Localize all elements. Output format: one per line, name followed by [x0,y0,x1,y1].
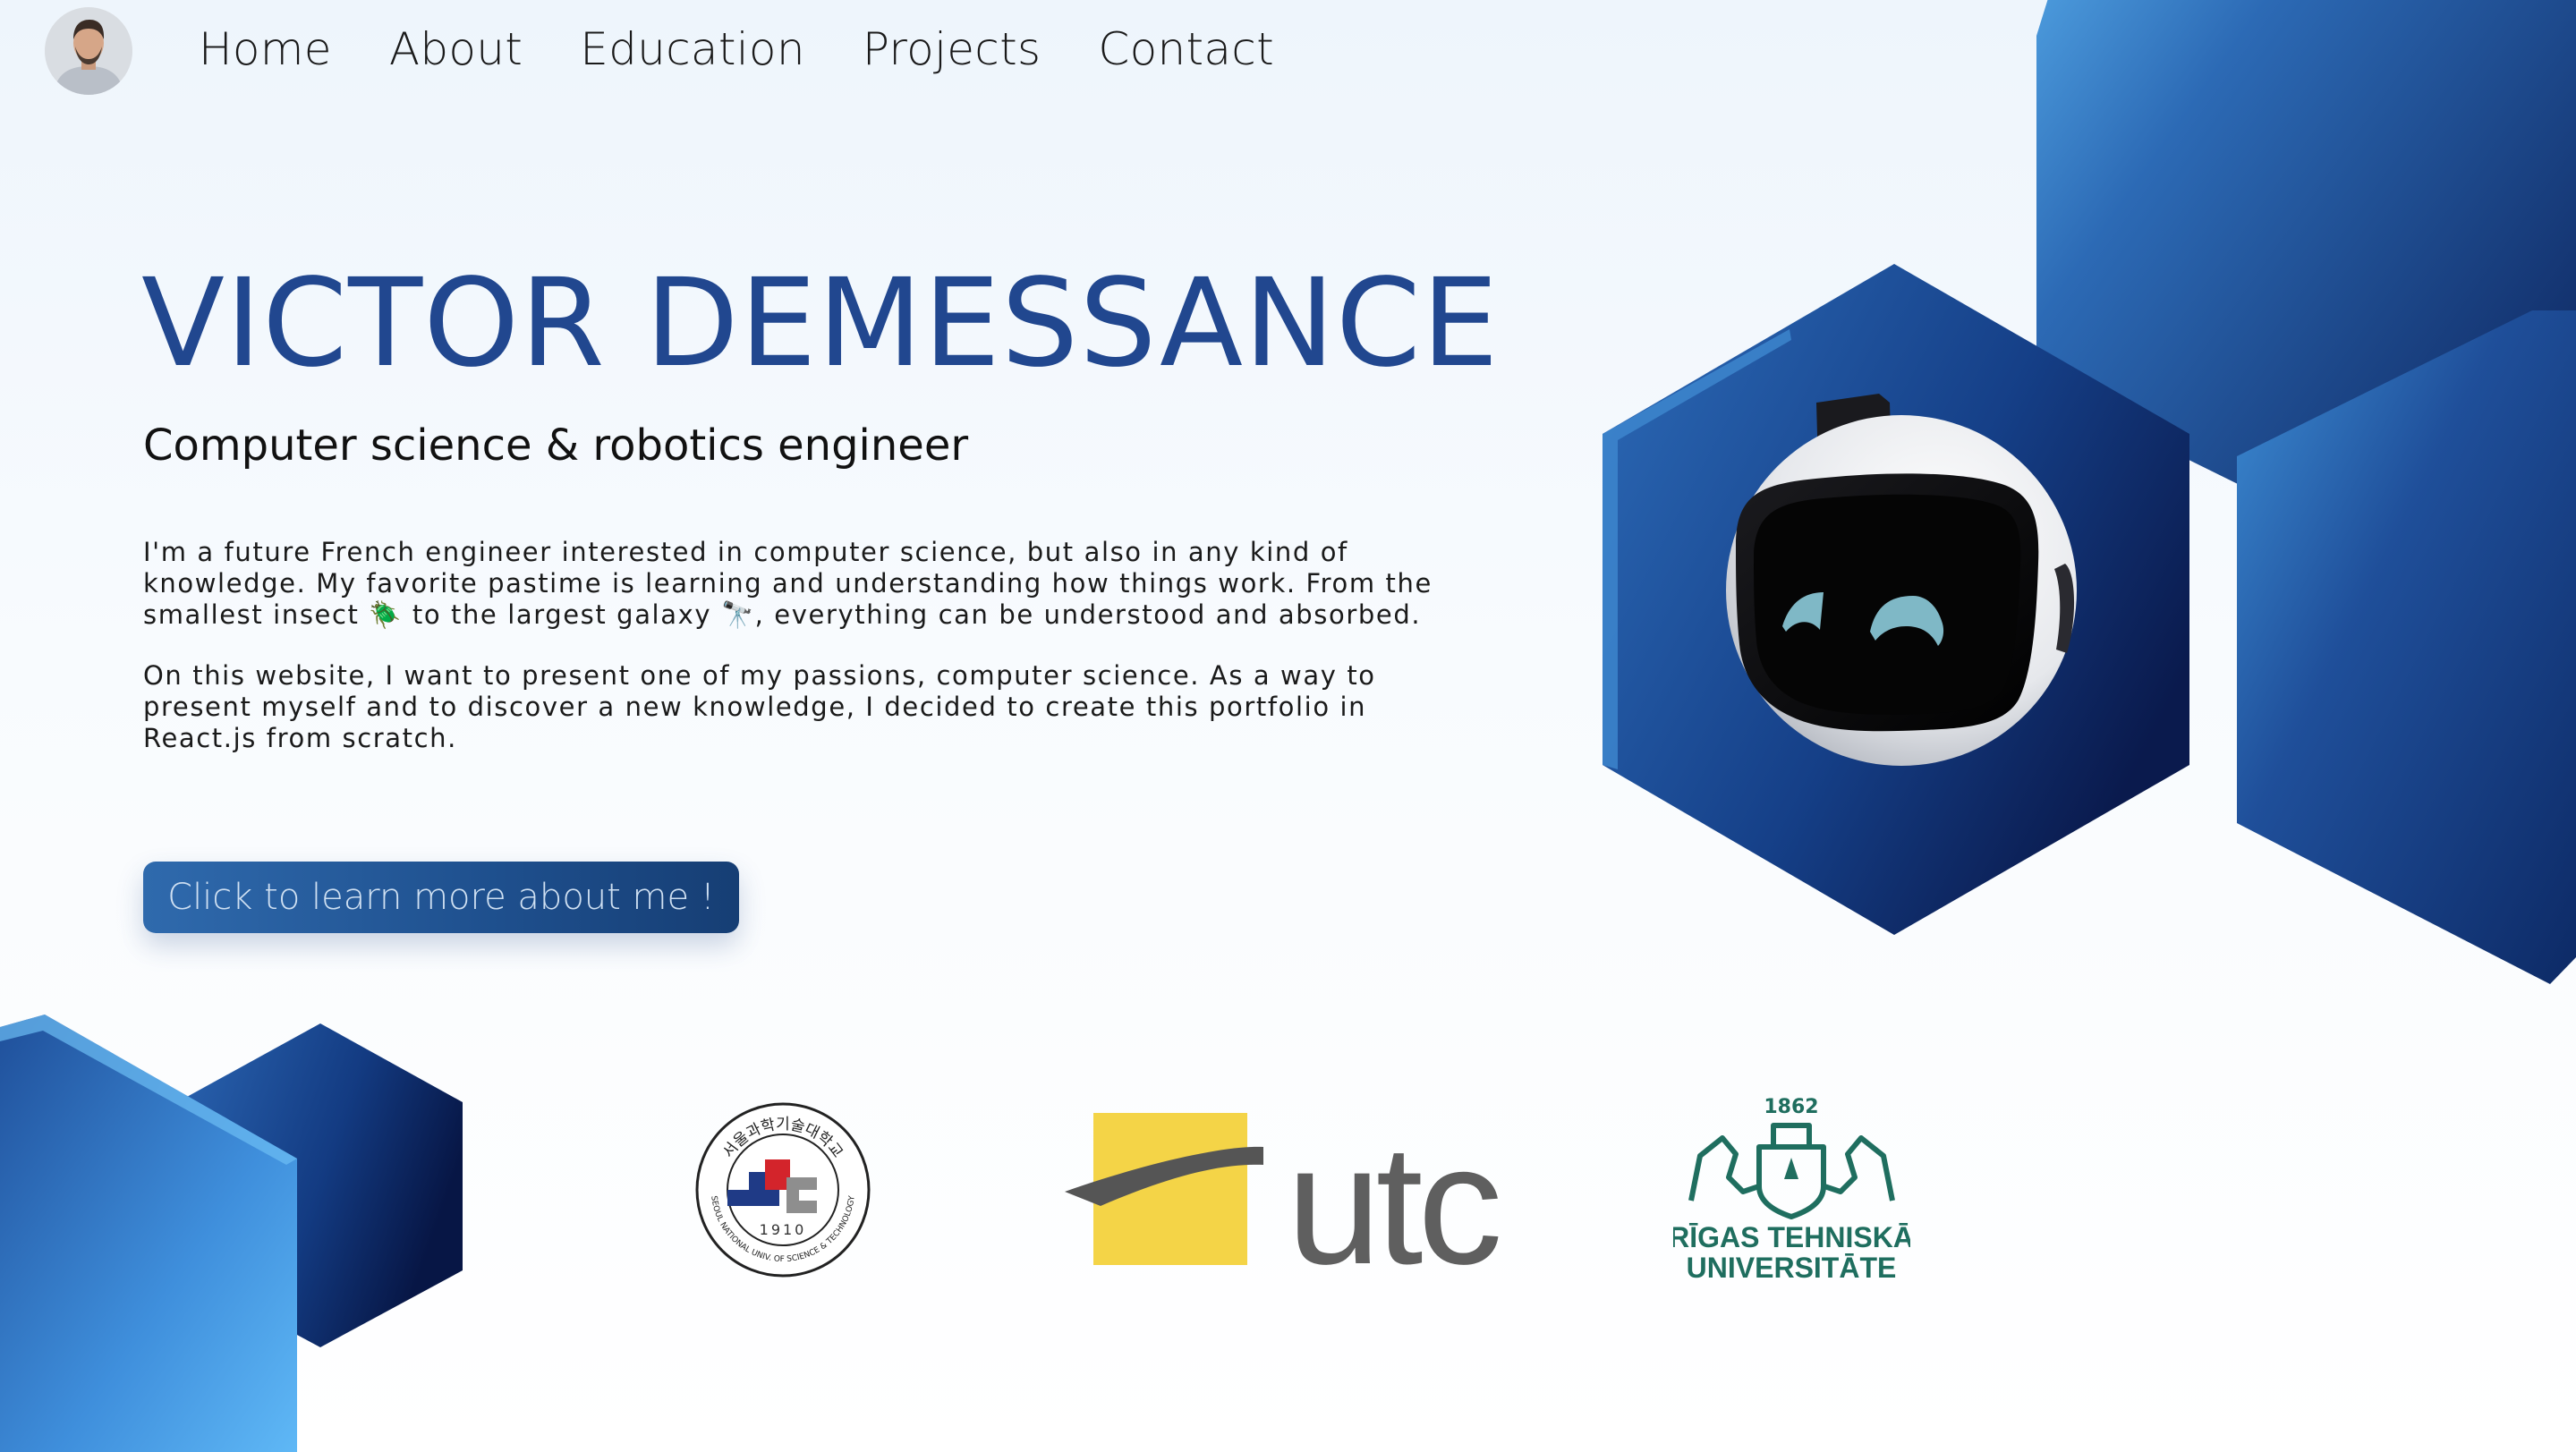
nav-link-home[interactable]: Home [199,23,332,75]
page-subtitle: Computer science & robotics engineer [143,420,969,471]
svg-text:utc: utc [1287,1110,1498,1270]
avatar[interactable] [45,7,132,95]
nav-link-projects[interactable]: Projects [863,23,1041,75]
svg-text:1910: 1910 [760,1221,807,1238]
bio-paragraph-2: On this website, I want to present one o… [143,660,1376,753]
utc-logo: utc [1065,1110,1503,1270]
robot-head-illustration [1726,394,2077,766]
seoultech-logo: 서울과학기술대학교 SEOUL NATIONAL UNIV. OF SCIENC… [695,1102,871,1278]
nav-link-contact[interactable]: Contact [1098,23,1274,75]
nav-link-education[interactable]: Education [580,23,805,75]
learn-more-button[interactable]: Click to learn more about me ! [143,862,739,933]
telescope-emoji-icon: 🔭 [720,599,755,630]
main-nav: Home About Education Projects Contact [0,0,2576,107]
hexagon-decoration-left [0,1015,463,1452]
bio-section: I'm a future French engineer interested … [143,537,1467,784]
nav-link-about[interactable]: About [389,23,523,75]
nav-links: Home About Education Projects Contact [199,23,1274,75]
bio-paragraph-1: I'm a future French engineer interested … [143,537,1433,630]
svg-text:RĪGAS TEHNISKĀ: RĪGAS TEHNISKĀ [1673,1221,1910,1253]
insect-emoji-icon: 🪲 [369,599,404,630]
page-title: VICTOR DEMESSANCE [141,253,1500,395]
avatar-photo [45,7,132,95]
svg-text:UNIVERSITĀTE: UNIVERSITĀTE [1687,1252,1897,1283]
svg-text:1862: 1862 [1764,1096,1818,1118]
rtu-logo: 1862 RĪGAS TEHNISKĀ UNIVERSITĀTE [1673,1096,1910,1283]
